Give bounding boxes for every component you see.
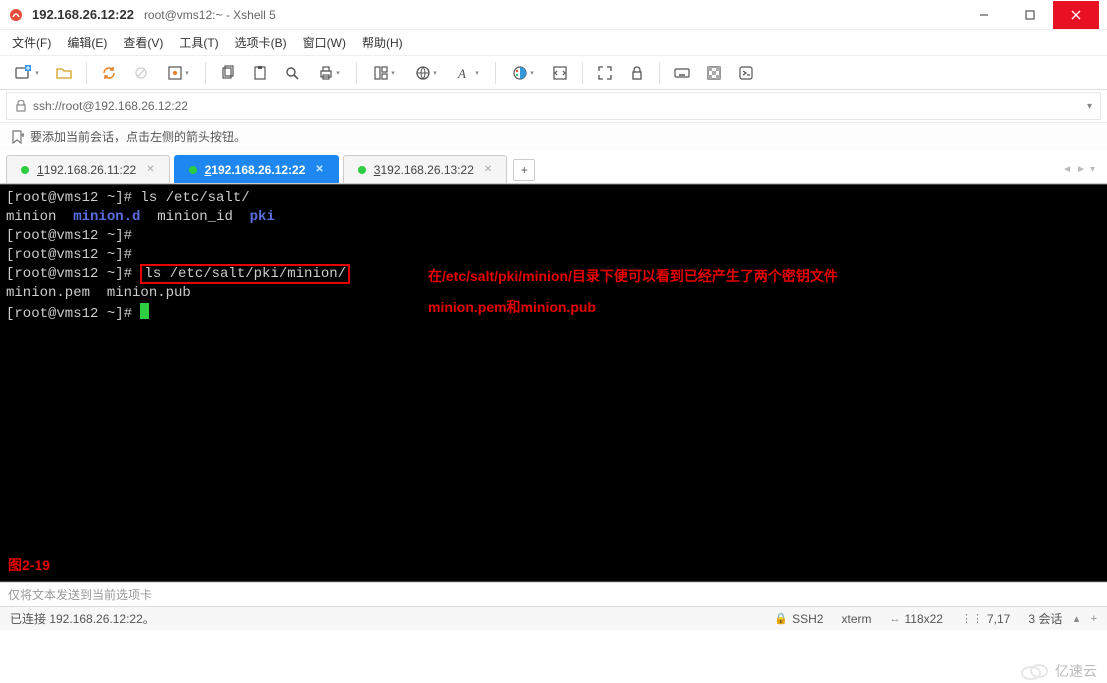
address-text: ssh://root@192.168.26.12:22 [33, 99, 1087, 113]
toolbar-sep [205, 62, 206, 84]
status-dot-icon [358, 166, 366, 174]
figure-label: 图2-19 [8, 556, 50, 575]
maximize-button[interactable] [1007, 1, 1053, 29]
lock-icon [15, 100, 27, 112]
session-tab-1[interactable]: 1 192.168.26.11:22 ✕ [6, 155, 170, 183]
status-cursor-pos: ⋮⋮7,17 [961, 612, 1010, 626]
title-main: 192.168.26.12:22 [32, 7, 134, 22]
font-button[interactable]: A▾ [449, 59, 487, 87]
terminal-line: [root@vms12 ~]# ls /etc/salt/ [6, 189, 1101, 208]
close-button[interactable] [1053, 1, 1099, 29]
tab-nav: ◄ ► ▾ [1062, 155, 1101, 183]
add-tab-button[interactable]: + [513, 159, 535, 181]
menu-file[interactable]: 文件(F) [12, 34, 51, 51]
toolbar-sep [495, 62, 496, 84]
quick-command-button[interactable] [732, 59, 760, 87]
keyboard-button[interactable] [668, 59, 696, 87]
address-dropdown-icon[interactable]: ▾ [1087, 101, 1092, 112]
tab-close-icon[interactable]: ✕ [484, 164, 492, 175]
status-sessions: 3 会话 ▴ + [1028, 610, 1097, 627]
watermark: 亿速云 [1019, 661, 1097, 681]
terminal-cursor [140, 303, 149, 319]
terminal-line: [root@vms12 ~]# [6, 227, 1101, 246]
transparency-button[interactable] [700, 59, 728, 87]
measure-icon: ⋮⋮ [961, 612, 983, 625]
paste-button[interactable] [246, 59, 274, 87]
svg-text:A: A [457, 66, 466, 81]
address-bar[interactable]: ssh://root@192.168.26.12:22 ▾ [6, 92, 1101, 120]
watermark-text: 亿速云 [1055, 661, 1097, 681]
bookmark-add-icon[interactable] [10, 130, 24, 144]
terminal[interactable]: [root@vms12 ~]# ls /etc/salt/ minion min… [0, 184, 1107, 582]
tab-close-icon[interactable]: ✕ [146, 164, 154, 175]
hint-bar: 要添加当前会话，点击左侧的箭头按钮。 [0, 122, 1107, 150]
tab-scroll-right-icon[interactable]: ► [1076, 164, 1086, 175]
lock-icon: 🔒 [774, 612, 788, 625]
copy-button[interactable] [214, 59, 242, 87]
terminal-line: minion minion.d minion_id pki [6, 208, 1101, 227]
tab-label: 192.168.26.13:22 [380, 163, 473, 177]
session-tab-2[interactable]: 2 192.168.26.12:22 ✕ [174, 155, 339, 183]
minimize-button[interactable] [961, 1, 1007, 29]
connection-status: 已连接 192.168.26.12:22。 [10, 610, 155, 627]
tab-num: 1 [37, 163, 44, 177]
search-button[interactable] [278, 59, 306, 87]
highlighted-command: ls /etc/salt/pki/minion/ [140, 264, 350, 284]
tab-scroll-left-icon[interactable]: ◄ [1062, 164, 1072, 175]
tab-num: 2 [205, 163, 212, 177]
new-session-button[interactable]: ▾ [8, 59, 46, 87]
color-scheme-button[interactable]: ▾ [504, 59, 542, 87]
layout-button[interactable]: ▾ [365, 59, 403, 87]
properties-button[interactable]: ▾ [159, 59, 197, 87]
status-dot-icon [189, 166, 197, 174]
plus-icon: + [1091, 613, 1097, 625]
send-hint-text: 仅将文本发送到当前选项卡 [8, 586, 152, 603]
status-protocol: 🔒SSH2 [774, 612, 823, 626]
disconnect-button[interactable] [127, 59, 155, 87]
toolbar-sep [356, 62, 357, 84]
tab-label: 192.168.26.11:22 [44, 163, 137, 177]
reconnect-button[interactable] [95, 59, 123, 87]
window-controls [961, 1, 1099, 29]
tab-close-icon[interactable]: ✕ [315, 164, 323, 175]
status-dot-icon [21, 166, 29, 174]
size-icon: ↔ [889, 613, 900, 625]
script-button[interactable] [546, 59, 574, 87]
menu-help[interactable]: 帮助(H) [362, 34, 403, 51]
open-button[interactable] [50, 59, 78, 87]
tab-bar: 1 192.168.26.11:22 ✕ 2 192.168.26.12:22 … [0, 154, 1107, 184]
toolbar-sep [659, 62, 660, 84]
hint-text: 要添加当前会话，点击左侧的箭头按钮。 [30, 128, 246, 145]
app-icon [8, 7, 24, 23]
fullscreen-button[interactable] [591, 59, 619, 87]
up-icon: ▴ [1074, 612, 1080, 625]
menu-edit[interactable]: 编辑(E) [67, 34, 107, 51]
encoding-button[interactable]: ▾ [407, 59, 445, 87]
status-term-type: xterm [841, 612, 871, 626]
print-button[interactable]: ▾ [310, 59, 348, 87]
toolbar: ▾ ▾ ▾ ▾ ▾ A▾ ▾ [0, 56, 1107, 90]
toolbar-sep [582, 62, 583, 84]
titlebar: 192.168.26.12:22 root@vms12:~ - Xshell 5 [0, 0, 1107, 30]
title-sub: root@vms12:~ - Xshell 5 [144, 8, 276, 22]
menu-tabs[interactable]: 选项卡(B) [235, 34, 287, 51]
tab-list-icon[interactable]: ▾ [1090, 164, 1095, 175]
send-bar[interactable]: 仅将文本发送到当前选项卡 [0, 582, 1107, 606]
toolbar-sep [86, 62, 87, 84]
menu-view[interactable]: 查看(V) [123, 34, 163, 51]
status-bar: 已连接 192.168.26.12:22。 🔒SSH2 xterm ↔118x2… [0, 606, 1107, 630]
session-tab-3[interactable]: 3 192.168.26.13:22 ✕ [343, 155, 508, 183]
tab-num: 3 [374, 163, 381, 177]
lock-button[interactable] [623, 59, 651, 87]
tab-label: 192.168.26.12:22 [211, 163, 305, 177]
menubar: 文件(F) 编辑(E) 查看(V) 工具(T) 选项卡(B) 窗口(W) 帮助(… [0, 30, 1107, 56]
annotation-text: 在/etc/salt/pki/minion/目录下便可以看到已经产生了两个密钥文… [428, 261, 838, 323]
menu-tools[interactable]: 工具(T) [179, 34, 218, 51]
status-size: ↔118x22 [889, 612, 942, 626]
menu-window[interactable]: 窗口(W) [303, 34, 346, 51]
